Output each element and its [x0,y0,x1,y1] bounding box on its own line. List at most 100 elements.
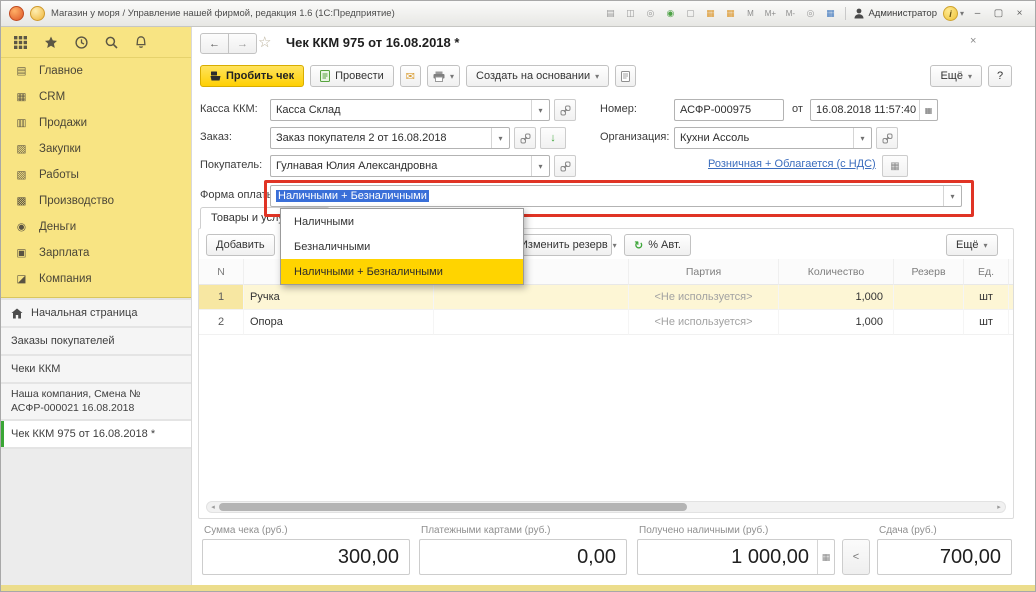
item-reserve[interactable] [894,285,964,310]
cash-received-field[interactable]: 1 000,00 ▦ [637,539,835,575]
forward-button[interactable]: → [229,33,257,54]
nav-customer-orders[interactable]: Заказы покупателей [1,328,191,354]
col-price[interactable]: Цена [1009,259,1013,285]
add-row-button[interactable]: Добавить [206,234,275,256]
notifications-bell-icon[interactable] [135,36,147,49]
maximize-button[interactable]: ▢ [991,8,1006,19]
punch-check-button[interactable]: Пробить чек [200,65,304,87]
table-row[interactable]: 2 Опора <Не используется> 1,000 шт [199,310,1013,335]
create-based-on-button[interactable]: Создать на основании ▾ [466,65,609,87]
toolbar-more-button[interactable]: Ещё ▾ [930,65,982,87]
favorite-star-icon[interactable]: ☆ [258,33,271,51]
scrollbar-thumb[interactable] [219,503,687,511]
preview-icon[interactable]: ◎ [643,7,657,21]
print-button[interactable]: ▾ [427,65,460,87]
item-quantity[interactable]: 1,000 [779,285,894,310]
item-quantity[interactable]: 1,000 [779,310,894,335]
dropdown-option-cashless[interactable]: Безналичными [281,234,523,259]
horizontal-scrollbar[interactable]: ◂ ▸ [206,501,1006,513]
item-batch[interactable]: <Не используется> [629,285,779,310]
item-price[interactable] [1009,285,1013,310]
col-batch[interactable]: Партия [629,259,779,285]
order-field[interactable]: Заказ покупателя 2 от 16.08.2018 ▾ [270,127,510,149]
organization-dropdown-button[interactable]: ▾ [853,128,871,148]
fill-from-order-button[interactable]: ↓ [540,127,566,149]
menu-grid-icon[interactable] [14,36,27,49]
item-characteristic[interactable] [434,285,629,310]
table-settings-icon[interactable]: ▦ [823,7,837,21]
nav-company-shift[interactable]: Наша компания, Смена № АСФР-000021 16.08… [1,384,191,419]
payment-form-field[interactable]: Наличными + Безналичными ▾ [270,185,962,207]
sidebar-section-works[interactable]: ▧Работы [1,162,191,188]
order-open-button[interactable] [514,127,536,149]
item-characteristic[interactable] [434,310,629,335]
dropdown-option-cash-plus-cashless[interactable]: Наличными + Безналичными [281,259,523,284]
print-icon[interactable]: ◫ [623,7,637,21]
calendar-icon[interactable]: ▦ [703,7,717,21]
help-button[interactable]: ? [988,65,1012,87]
item-name[interactable]: Опора [244,310,434,335]
app-menu-button[interactable] [9,6,24,21]
customer-open-button[interactable] [554,155,576,177]
sidebar-section-company[interactable]: ◪Компания [1,266,191,292]
nav-active-receipt[interactable]: Чек ККМ 975 от 16.08.2018 * [1,421,191,447]
save-icon[interactable]: ▤ [603,7,617,21]
calendar-picker-icon[interactable]: ▦ [919,100,937,120]
payment-dropdown-button[interactable]: ▾ [943,186,961,206]
sidebar-section-sales[interactable]: ▥Продажи [1,110,191,136]
card-payment-field[interactable]: 0,00 [419,539,627,575]
organization-field[interactable]: Кухни Ассоль ▾ [674,127,872,149]
send-email-button[interactable]: ✉ [400,65,421,87]
number-field[interactable]: АСФР-000975 [674,99,784,121]
customer-dropdown-button[interactable]: ▾ [531,156,549,176]
collapse-payments-button[interactable]: < [842,539,870,575]
sidebar-section-crm[interactable]: ▦CRM [1,84,191,110]
sidebar-section-main[interactable]: ▤Главное [1,58,191,84]
add-user-icon[interactable]: ◉ [663,7,677,21]
item-unit[interactable]: шт [964,285,1009,310]
change-reserve-button[interactable]: Изменить резерв ▾ [510,234,612,256]
info-button[interactable]: i ▾ [943,6,964,21]
scroll-left-icon[interactable]: ◂ [208,502,218,512]
close-document-icon[interactable]: × [970,35,976,47]
calc-m-plus-button[interactable]: M+ [763,7,777,21]
customer-field[interactable]: Гулнавая Юлия Александровна ▾ [270,155,550,177]
calendar-alt-icon[interactable]: ▦ [723,7,737,21]
sidebar-section-purchases[interactable]: ▨Закупки [1,136,191,162]
close-window-button[interactable]: × [1012,8,1027,19]
item-price[interactable] [1009,310,1013,335]
auto-discount-button[interactable]: ↻ % Авт. [624,234,691,256]
price-tax-link[interactable]: Розничная + Облагается (с НДС) [708,158,876,170]
nav-home[interactable]: Начальная страница [1,300,191,326]
minimize-button[interactable]: – [970,8,985,19]
col-reserve[interactable]: Резерв [894,259,964,285]
calc-m-button[interactable]: M [743,7,757,21]
kassa-open-button[interactable] [554,99,576,121]
kassa-field[interactable]: Касса Склад ▾ [270,99,550,121]
kassa-dropdown-button[interactable]: ▾ [531,100,549,120]
item-reserve[interactable] [894,310,964,335]
date-field[interactable]: 16.08.2018 11:57:40 ▦ [810,99,938,121]
sidebar-section-production[interactable]: ▩Производство [1,188,191,214]
app-services-button[interactable] [30,6,45,21]
zoom-icon[interactable]: ◎ [803,7,817,21]
search-icon[interactable] [105,36,118,49]
item-batch[interactable]: <Не используется> [629,310,779,335]
item-name[interactable]: Ручка [244,285,434,310]
tax-settings-button[interactable]: ▦ [882,155,908,177]
col-quantity[interactable]: Количество [779,259,894,285]
document-list-button[interactable] [615,65,636,87]
sidebar-section-money[interactable]: ◉Деньги [1,214,191,240]
current-user-button[interactable]: Администратор [854,8,937,19]
page-icon[interactable]: ▢ [683,7,697,21]
order-dropdown-button[interactable]: ▾ [491,128,509,148]
history-clock-icon[interactable] [75,36,88,49]
table-row[interactable]: 1 Ручка <Не используется> 1,000 шт [199,285,1013,310]
col-n[interactable]: N [199,259,244,285]
organization-open-button[interactable] [876,127,898,149]
post-button[interactable]: Провести [310,65,394,87]
calc-m-minus-button[interactable]: M- [783,7,797,21]
nav-kkm-receipts[interactable]: Чеки ККМ [1,356,191,382]
scroll-right-icon[interactable]: ▸ [994,502,1004,512]
back-button[interactable]: ← [200,33,229,54]
